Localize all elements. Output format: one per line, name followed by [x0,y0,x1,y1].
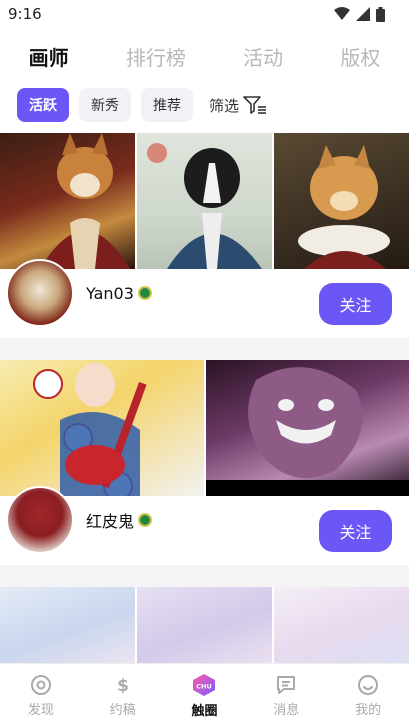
artwork-image[interactable] [274,133,409,269]
avatar[interactable] [6,259,74,327]
verified-badge-icon [137,286,152,300]
status-bar: 9:16 [0,0,409,28]
nav-label: 发现 [27,703,54,718]
artwork-strip [0,133,409,269]
top-tabs: 画师 排行榜 活动 版权 [0,36,409,76]
follow-button[interactable]: 关注 [319,510,392,552]
status-time: 9:16 [8,5,42,23]
message-icon [277,676,296,694]
chip-active[interactable]: 活跃 [17,88,69,122]
artwork-image[interactable] [137,133,272,269]
dollar-icon: $ [117,676,129,696]
bottom-nav: 发现 $ 约稿 CHU 触圈 消息 我的 [0,663,409,728]
card-divider [0,565,409,587]
artwork-image[interactable] [206,360,409,496]
artwork-image[interactable] [0,360,204,496]
filter-button[interactable]: 筛选 [209,95,267,116]
chip-newcomer[interactable]: 新秀 [79,88,131,122]
nav-label: 触圈 [191,704,218,719]
artist-name[interactable]: Yan03 [86,284,152,303]
chip-recommended[interactable]: 推荐 [141,88,193,122]
svg-text:$: $ [117,676,129,696]
artwork-strip [0,360,409,496]
avatar[interactable] [6,486,74,554]
nav-chu-circle[interactable]: CHU 触圈 [174,673,234,719]
tab-copyright[interactable]: 版权 [330,42,390,71]
nav-profile[interactable]: 我的 [338,674,398,718]
discover-icon [30,675,51,695]
artist-name[interactable]: 红皮鬼 [86,508,153,532]
nav-discover[interactable]: 发现 [11,674,71,718]
nav-messages[interactable]: 消息 [256,674,316,718]
follow-button[interactable]: 关注 [319,283,392,325]
nav-label: 我的 [355,703,382,718]
status-icons [334,6,385,22]
verified-badge-icon [138,513,153,527]
tab-ranking[interactable]: 排行榜 [116,42,196,71]
tab-events[interactable]: 活动 [233,42,293,71]
filter-bar: 活跃 新秀 推荐 筛选 [17,88,267,122]
artist-name-text: Yan03 [86,283,134,303]
nav-label: 消息 [273,703,300,718]
filter-label: 筛选 [209,96,240,115]
artist-info: 红皮鬼 关注 [0,486,409,554]
svg-text:CHU: CHU [197,683,213,691]
filter-icon [243,96,267,114]
battery-icon [376,6,385,22]
chu-icon: CHU [193,674,216,696]
card-divider [0,338,409,360]
signal-icon [356,7,370,21]
artist-card[interactable]: Yan03 关注 [0,133,409,338]
tab-artists[interactable]: 画师 [19,42,79,71]
artist-info: Yan03 关注 [0,259,409,327]
wifi-icon [334,7,350,20]
artist-name-text: 红皮鬼 [86,512,135,531]
artist-feed: Yan03 关注 红皮鬼 关注 [0,133,409,677]
profile-icon [358,675,379,695]
artist-card[interactable]: 红皮鬼 关注 [0,360,409,565]
nav-label: 约稿 [109,703,136,718]
nav-commission[interactable]: $ 约稿 [93,674,153,718]
artwork-image[interactable] [0,133,135,269]
